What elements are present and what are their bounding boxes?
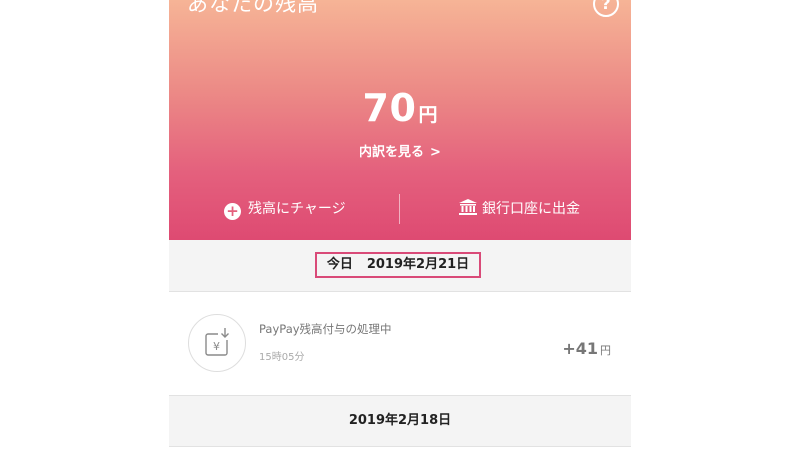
yen-receive-icon: ¥ <box>188 314 246 372</box>
help-icon[interactable]: ? <box>593 0 619 17</box>
balance-actions: + 残高にチャージ 銀行口座に出金 <box>169 192 631 226</box>
balance-amount: 70 <box>362 86 417 130</box>
bank-icon <box>459 199 477 215</box>
balance-unit: 円 <box>418 104 438 126</box>
transaction-amount: +41 円 <box>562 339 611 358</box>
balance-card: あなたの残高 ? 70 円 内訳を見る > + 残高にチャージ 銀行口座に出金 <box>169 0 631 240</box>
actions-divider <box>399 194 400 224</box>
today-label: 今日 <box>326 257 353 272</box>
svg-text:¥: ¥ <box>213 340 220 353</box>
transaction-row[interactable]: ¥ PayPay残高付与の処理中 15時05分 +41 円 <box>169 292 631 395</box>
balance-display: 70 円 <box>169 86 631 130</box>
app-screen: あなたの残高 ? 70 円 内訳を見る > + 残高にチャージ 銀行口座に出金 … <box>169 0 631 460</box>
chevron-right-icon: > <box>430 145 441 160</box>
previous-date: 2019年2月18日 <box>348 413 452 428</box>
today-date-highlight: 今日 2019年2月21日 <box>315 252 481 278</box>
today-date: 2019年2月21日 <box>366 257 470 272</box>
balance-title: あなたの残高 <box>187 0 319 16</box>
transaction-title: PayPay残高付与の処理中 <box>259 322 392 336</box>
transaction-time: 15時05分 <box>259 352 305 363</box>
withdraw-button[interactable]: 銀行口座に出金 <box>459 192 580 226</box>
charge-label: 残高にチャージ <box>248 201 346 217</box>
view-breakdown-link[interactable]: 内訳を見る > <box>169 141 631 160</box>
view-breakdown-label: 内訳を見る <box>359 145 425 160</box>
withdraw-label: 銀行口座に出金 <box>482 201 580 217</box>
today-date-header: 今日 2019年2月21日 <box>169 240 631 292</box>
transaction-amount-unit: 円 <box>600 344 611 357</box>
plus-circle-icon: + <box>224 203 241 220</box>
charge-button[interactable]: + 残高にチャージ <box>224 192 346 226</box>
transaction-amount-value: +41 <box>562 339 598 358</box>
previous-date-header: 2019年2月18日 <box>169 395 631 447</box>
